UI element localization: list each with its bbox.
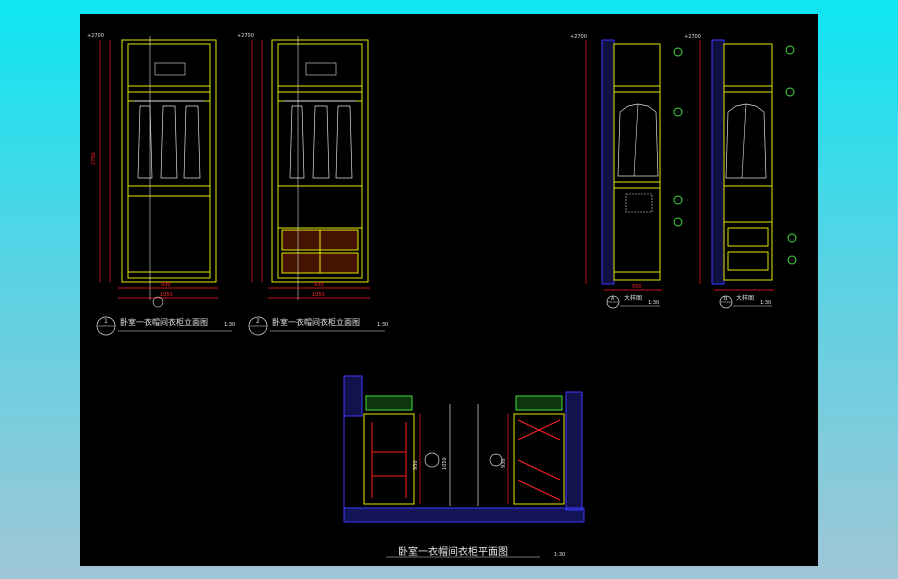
elev2-top-level: +2700	[237, 33, 254, 39]
plan-depth-right: 930	[501, 458, 507, 468]
section-b-label: B	[724, 296, 728, 302]
elev1-top-level: +2700	[87, 33, 104, 39]
plan-depth-left: 930	[413, 460, 419, 470]
plan-depth-left-total: 1050	[442, 457, 448, 470]
elev2-number: 2	[256, 318, 260, 325]
drawing-area	[80, 14, 818, 566]
cad-drawing-sheet: +2700 2700 930 1050 1 +2700 930 1050 2 +…	[80, 14, 818, 566]
section-a-scale: 1:30	[648, 300, 660, 306]
section-b-title: 大样图	[736, 294, 754, 302]
section-a-top-level: +2700	[570, 34, 587, 40]
elevation-2-scale: 1:30	[377, 322, 389, 328]
section-a-dim: 550	[632, 284, 642, 290]
section-a-title: 大样图	[624, 294, 642, 302]
section-b-scale: 1:30	[760, 300, 772, 306]
section-b-top-level: +2700	[684, 34, 701, 40]
elevation-2-title: 卧室一衣帽间衣柜立面图	[272, 318, 360, 327]
elev2-width-total-dim: 1050	[312, 292, 325, 298]
elev1-height-dim: 2700	[91, 152, 97, 165]
elevation-1-scale: 1:30	[224, 322, 236, 328]
elevation-1-title: 卧室一衣帽间衣柜立面图	[120, 318, 208, 327]
elev1-width-inner-dim: 930	[161, 282, 171, 288]
plan-scale: 1:30	[554, 552, 566, 558]
plan-title: 卧室一衣帽间衣柜平面图	[398, 547, 508, 558]
elev2-width-inner-dim: 930	[314, 282, 324, 288]
elev1-width-total-dim: 1050	[160, 292, 173, 298]
section-a-label: A	[611, 296, 615, 302]
cad-viewer-canvas: +2700 2700 930 1050 1 +2700 930 1050 2 +…	[0, 0, 898, 579]
elev1-number: 1	[104, 318, 108, 325]
